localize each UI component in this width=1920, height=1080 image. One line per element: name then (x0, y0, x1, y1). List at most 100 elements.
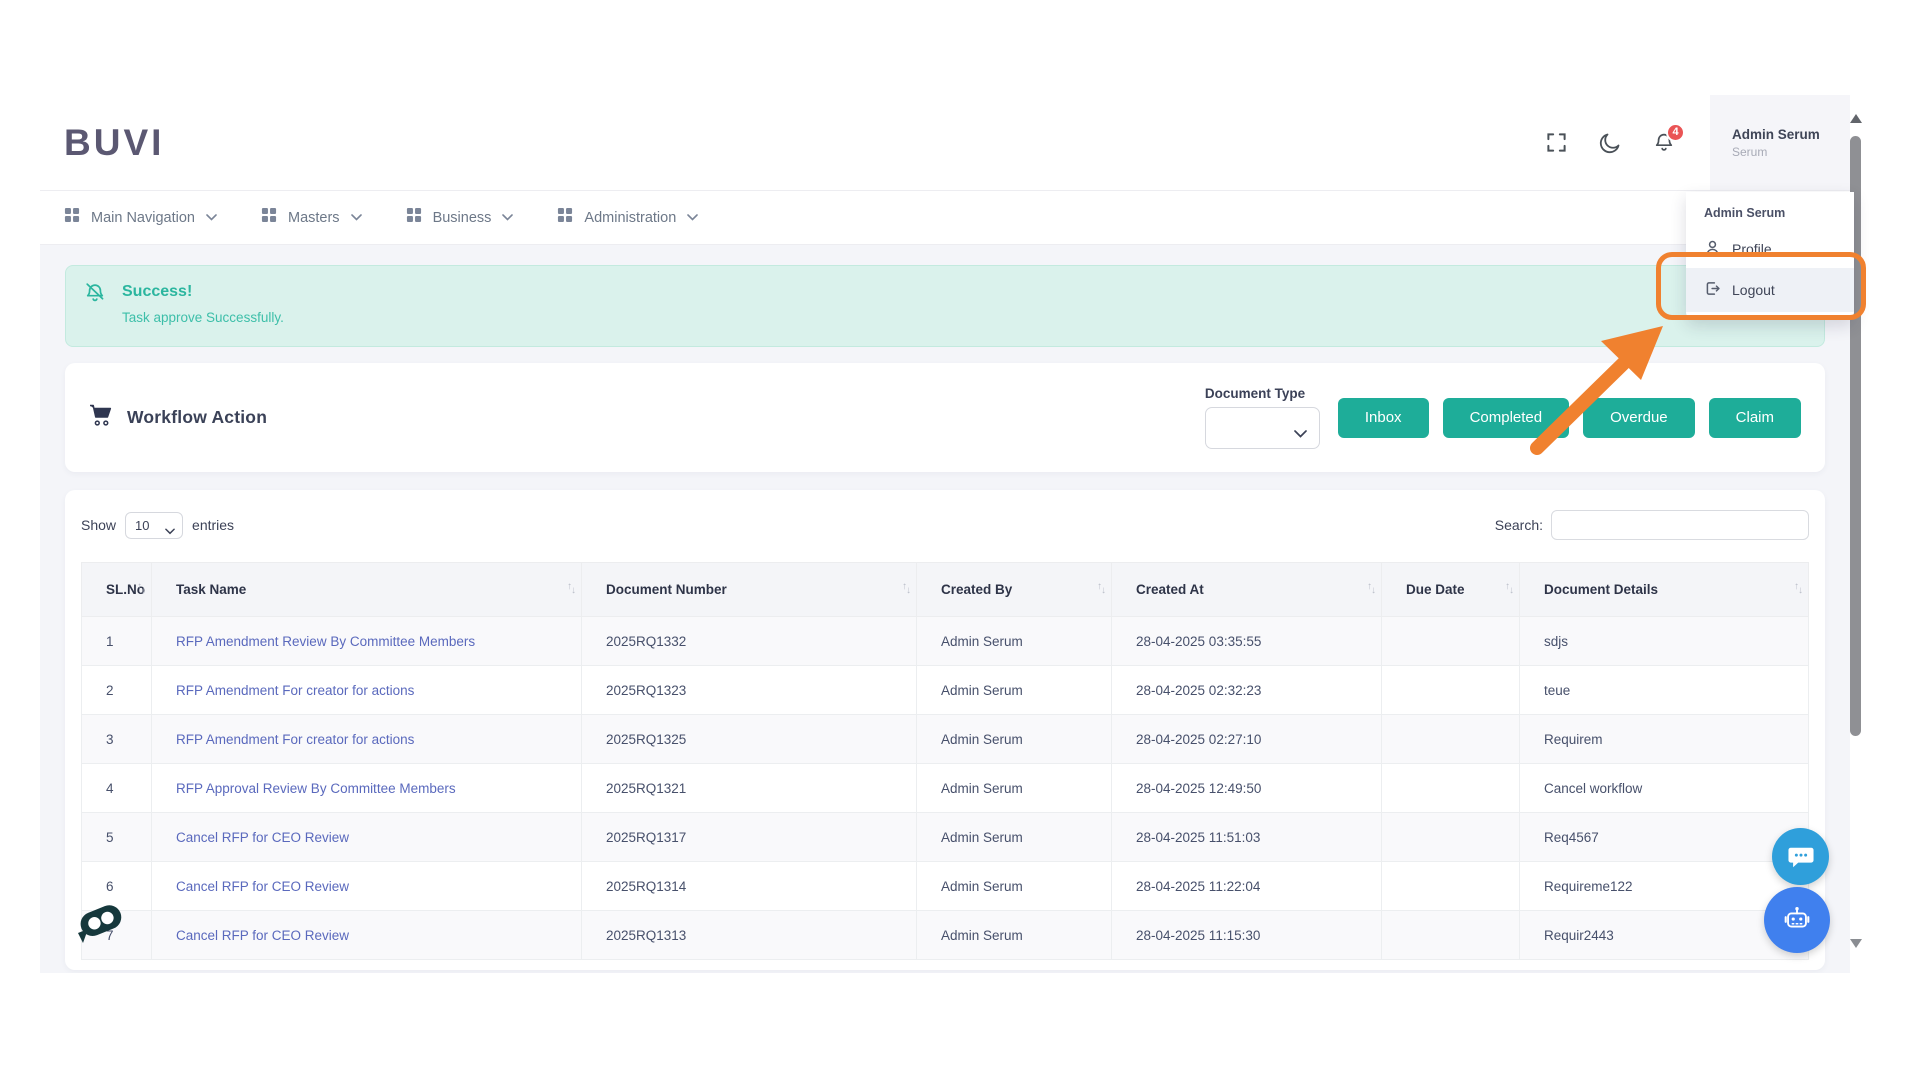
column-header[interactable]: Created At ↑↓ (1111, 562, 1382, 617)
task-link[interactable]: RFP Amendment Review By Committee Member… (176, 634, 475, 649)
nav-item-business[interactable]: Business (406, 207, 514, 228)
dark-mode-moon-icon[interactable] (1598, 131, 1622, 155)
fullscreen-icon[interactable] (1544, 131, 1568, 155)
bell-slash-icon (84, 282, 106, 304)
cell-doc_number: 2025RQ1332 (581, 616, 917, 666)
user-dropdown-menu: Admin Serum Profile Logout (1686, 192, 1854, 320)
page-title: Workflow Action (127, 407, 268, 427)
notifications-bell-icon[interactable]: 4 (1652, 122, 1685, 155)
chevron-down-icon (687, 214, 699, 221)
nav-item-masters[interactable]: Masters (261, 207, 362, 228)
cell-task: RFP Amendment For creator for actions (151, 665, 582, 715)
search-input[interactable] (1551, 510, 1809, 540)
cell-created_at: 28-04-2025 03:35:55 (1111, 616, 1382, 666)
cell-created_at: 28-04-2025 11:51:03 (1111, 812, 1382, 862)
notification-badge: 4 (1666, 122, 1685, 142)
grid-icon (261, 207, 277, 228)
nav-item-label: Masters (287, 209, 340, 226)
nav-item-main-navigation[interactable]: Main Navigation (64, 207, 217, 228)
cell-task: Cancel RFP for CEO Review (151, 812, 582, 862)
entries-label: entries (192, 517, 235, 533)
user-menu-toggle[interactable]: Admin Serum Serum (1710, 95, 1850, 190)
assistant-robot-fab-button[interactable] (1764, 887, 1830, 953)
grid-icon (406, 207, 422, 228)
scroll-down-icon[interactable] (1850, 939, 1862, 948)
document-type-select[interactable] (1204, 407, 1320, 449)
task-link[interactable]: RFP Approval Review By Committee Members (176, 781, 456, 796)
cell-doc_number: 2025RQ1317 (581, 812, 917, 862)
inbox-button[interactable]: Inbox (1337, 397, 1429, 438)
cell-sl: 7 (81, 910, 152, 960)
task-link[interactable]: RFP Amendment For creator for actions (176, 683, 414, 698)
claim-button[interactable]: Claim (1708, 397, 1801, 438)
page: BUVI 4 Admin Serum Serum Main Navigation… (0, 0, 1920, 1080)
cell-created_by: Admin Serum (916, 861, 1112, 911)
column-header[interactable]: Task Name ↑↓ (151, 562, 582, 617)
nav-item-administration[interactable]: Administration (557, 207, 699, 228)
main-navbar: Main Navigation Masters Business Adminis… (40, 190, 1850, 245)
logout-icon (1704, 280, 1721, 300)
cell-due_date (1381, 763, 1520, 813)
sort-icon: ↑↓ (902, 581, 911, 596)
completed-button[interactable]: Completed (1442, 397, 1570, 438)
cell-sl: 5 (81, 812, 152, 862)
sort-icon: ↑↓ (137, 581, 146, 596)
cell-sl: 2 (81, 665, 152, 715)
column-header[interactable]: Document Details ↑↓ (1519, 562, 1809, 617)
chat-fab-button[interactable] (1772, 828, 1829, 885)
user-role: Serum (1732, 144, 1768, 159)
nav-item-label: Main Navigation (91, 209, 195, 226)
cell-task: Cancel RFP for CEO Review (151, 861, 582, 911)
cell-doc_number: 2025RQ1321 (581, 763, 917, 813)
table-row: 2 RFP Amendment For creator for actions 20… (81, 665, 1809, 715)
column-header[interactable]: SL.No ↑↓ (81, 562, 152, 617)
cell-task: RFP Approval Review By Committee Members (151, 763, 582, 813)
table-header-row: SL.No ↑↓ Task Name ↑↓ Document Number ↑↓ Creat… (81, 562, 1809, 617)
cell-created_at: 28-04-2025 02:32:23 (1111, 665, 1382, 715)
cell-sl: 1 (81, 616, 152, 666)
menu-item-profile[interactable]: Profile (1686, 230, 1854, 268)
sort-icon: ↑↓ (1367, 581, 1376, 596)
table-row: 7 Cancel RFP for CEO Review 2025RQ1313 Admi… (81, 910, 1809, 960)
cell-created_by: Admin Serum (916, 763, 1112, 813)
menu-item-label: Logout (1732, 282, 1775, 298)
sort-icon: ↑↓ (1505, 581, 1514, 596)
cell-due_date (1381, 861, 1520, 911)
cell-details: Requirem (1519, 714, 1809, 764)
success-alert: Success! Task approve Successfully. (65, 265, 1825, 347)
topbar: BUVI 4 Admin Serum Serum (40, 95, 1850, 190)
column-header[interactable]: Document Number ↑↓ (581, 562, 917, 617)
column-header-label: Created By (941, 582, 1013, 597)
task-link[interactable]: Cancel RFP for CEO Review (176, 830, 349, 845)
search-label: Search: (1494, 517, 1543, 533)
chevron-down-icon (350, 214, 362, 221)
topbar-right: 4 Admin Serum Serum (1544, 95, 1850, 190)
page-size-select[interactable]: 10 (125, 511, 184, 539)
scroll-up-icon[interactable] (1850, 114, 1862, 123)
document-type-label: Document Type (1204, 386, 1306, 401)
menu-item-logout[interactable]: Logout (1686, 268, 1854, 312)
cell-task: Cancel RFP for CEO Review (151, 910, 582, 960)
table-row: 4 RFP Approval Review By Committee Member… (81, 763, 1809, 813)
sort-icon: ↑↓ (567, 581, 576, 596)
task-link[interactable]: RFP Amendment For creator for actions (176, 732, 414, 747)
column-header[interactable]: Created By ↑↓ (916, 562, 1112, 617)
cell-created_by: Admin Serum (916, 812, 1112, 862)
column-header[interactable]: Due Date ↑↓ (1381, 562, 1520, 617)
cell-details: Req4567 (1519, 812, 1809, 862)
nav-item-label: Administration (584, 209, 677, 226)
column-header-label: Task Name (176, 582, 247, 597)
app-logo: BUVI (64, 121, 165, 163)
cell-created_by: Admin Serum (916, 714, 1112, 764)
nav-item-label: Business (432, 209, 492, 226)
cell-details: teue (1519, 665, 1809, 715)
grid-icon (64, 207, 80, 228)
overdue-button[interactable]: Overdue (1583, 397, 1695, 438)
task-link[interactable]: Cancel RFP for CEO Review (176, 928, 349, 943)
user-menu-header: Admin Serum (1704, 206, 1786, 220)
user-name: Admin Serum (1732, 126, 1820, 142)
cell-doc_number: 2025RQ1325 (581, 714, 917, 764)
content-area: Success! Task approve Successfully. Work… (40, 245, 1850, 973)
task-link[interactable]: Cancel RFP for CEO Review (176, 879, 349, 894)
column-header-label: Created At (1136, 582, 1204, 597)
